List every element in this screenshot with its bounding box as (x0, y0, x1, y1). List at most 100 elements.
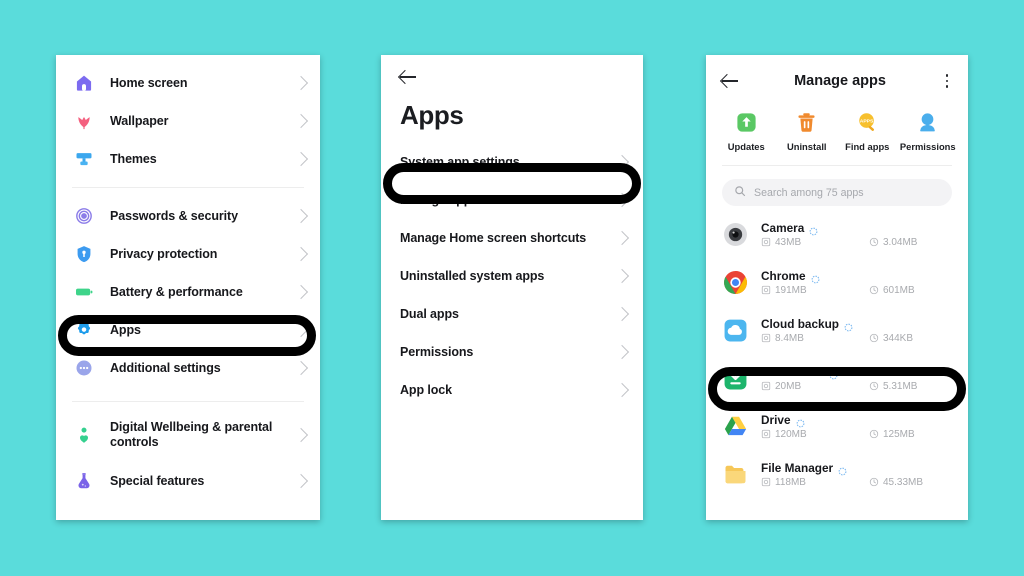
sidebar-item-additional-settings[interactable]: Additional settings (56, 349, 320, 387)
list-item-drive[interactable]: Drive 120MB 125MB (706, 402, 968, 450)
paint-roller-icon (72, 147, 96, 171)
battery-icon (72, 280, 96, 304)
chevron-right-icon (614, 192, 630, 208)
app-info: Drive 120MB 125MB (761, 413, 952, 440)
apps-item-dual-apps[interactable]: Dual apps (381, 295, 643, 333)
sidebar-item-apps[interactable]: Apps (56, 311, 320, 349)
app-name: Chrome (761, 268, 806, 283)
app-usage-value: 45.33MB (883, 476, 924, 488)
home-icon (72, 71, 96, 95)
find-apps-magnifier-icon: APPS (854, 109, 880, 135)
app-usage-value: 3.04MB (883, 236, 918, 248)
app-usage-value: 5.31MB (883, 380, 918, 392)
chevron-right-icon (614, 230, 630, 246)
quick-action-permissions[interactable]: Permissions (898, 109, 959, 152)
sidebar-item-label: Additional settings (110, 360, 221, 375)
app-storage-stat: 8.4MB (761, 333, 869, 344)
sidebar-item-wallpaper[interactable]: Wallpaper (56, 102, 320, 140)
chevron-right-icon (293, 473, 309, 489)
camera-icon (722, 221, 748, 247)
list-item-camera[interactable]: Camera 43MB 3.04MB (706, 210, 968, 258)
quick-action-find-apps[interactable]: APPS Find apps (837, 109, 898, 152)
chevron-right-icon (614, 344, 630, 360)
sidebar-item-digital-wellbeing[interactable]: Digital Wellbeing & parental controls (56, 416, 320, 454)
settings-group-personalization: Home screen Wallpaper Themes (56, 55, 320, 178)
screenshot-stage: Home screen Wallpaper Themes Passwords &… (0, 0, 1024, 576)
back-arrow-icon[interactable] (722, 72, 740, 90)
cloud-backup-icon (722, 317, 748, 343)
app-usage-value: 601MB (883, 284, 915, 296)
section-divider (72, 187, 304, 188)
list-item-file-manager[interactable]: File Manager 118MB 45.33MB (706, 450, 968, 498)
section-divider (722, 165, 952, 166)
manage-apps-panel: Manage apps Updates Uninstall APPS Find … (706, 55, 968, 520)
chevron-right-icon (293, 360, 309, 376)
list-item-chrome[interactable]: Chrome 191MB 601MB (706, 258, 968, 306)
chevron-right-icon (614, 306, 630, 322)
drive-icon (722, 413, 748, 439)
gear-icon (72, 318, 96, 342)
app-usage-value: 344KB (883, 332, 914, 344)
apps-item-label: Manage Home screen shortcuts (400, 230, 587, 245)
sidebar-item-label: Wallpaper (110, 113, 169, 128)
list-item-downloads[interactable]: Downloads 20MB 5.31MB (706, 354, 968, 402)
kebab-menu-icon[interactable] (940, 74, 954, 88)
app-usage-stat: 125MB (869, 429, 915, 440)
apps-panel: Apps System app settings Manage apps Man… (381, 55, 643, 520)
sidebar-item-label: Apps (110, 322, 141, 337)
sidebar-item-themes[interactable]: Themes (56, 140, 320, 178)
chevron-right-icon (614, 154, 630, 170)
settings-panel: Home screen Wallpaper Themes Passwords &… (56, 55, 320, 520)
page-title: Apps (400, 100, 464, 130)
app-info: Downloads 20MB 5.31MB (761, 365, 952, 392)
sidebar-item-label: Digital Wellbeing & parental controls (110, 419, 273, 449)
apps-item-app-lock[interactable]: App lock (381, 371, 643, 409)
quick-action-updates[interactable]: Updates (716, 109, 777, 152)
app-name: Downloads (761, 364, 824, 379)
quick-action-label: Uninstall (786, 141, 827, 152)
apps-item-label: Manage apps (400, 192, 479, 207)
sidebar-item-privacy-protection[interactable]: Privacy protection (56, 235, 320, 273)
search-input[interactable]: Search among 75 apps (722, 179, 952, 206)
shield-lock-icon (72, 242, 96, 266)
app-usage-stat: 45.33MB (869, 477, 923, 488)
chevron-right-icon (293, 427, 309, 443)
list-item-cloud-backup[interactable]: Cloud backup 8.4MB 344KB (706, 306, 968, 354)
sidebar-item-label: Privacy protection (110, 246, 218, 261)
quick-action-label: Find apps (845, 141, 890, 152)
flask-icon (72, 469, 96, 493)
apps-item-permissions[interactable]: Permissions (381, 333, 643, 371)
apps-item-manage-apps[interactable]: Manage apps (381, 181, 643, 219)
quick-action-uninstall[interactable]: Uninstall (777, 109, 838, 152)
section-divider (72, 401, 304, 402)
app-storage-value: 118MB (775, 476, 806, 488)
quick-action-label: Permissions (899, 141, 956, 152)
chevron-right-icon (293, 284, 309, 300)
apps-item-system-app-settings[interactable]: System app settings (381, 143, 643, 181)
sidebar-item-home-screen[interactable]: Home screen (56, 64, 320, 102)
back-arrow-icon[interactable] (399, 67, 419, 87)
apps-item-label: System app settings (400, 154, 520, 169)
apps-item-manage-home-screen-shortcuts[interactable]: Manage Home screen shortcuts (381, 219, 643, 257)
search-icon (734, 184, 746, 202)
app-storage-value: 191MB (775, 284, 807, 296)
app-storage-stat: 43MB (761, 237, 869, 248)
app-list: Camera 43MB 3.04MB Chrome 191MB 601MB Cl… (706, 206, 968, 498)
app-storage-stat: 120MB (761, 429, 869, 440)
app-info: Chrome 191MB 601MB (761, 269, 952, 296)
chevron-right-icon (614, 268, 630, 284)
apps-item-uninstalled-system-apps[interactable]: Uninstalled system apps (381, 257, 643, 295)
chevron-right-icon (293, 246, 309, 262)
apps-item-label: Permissions (400, 344, 474, 359)
sidebar-item-passwords-security[interactable]: Passwords & security (56, 197, 320, 235)
app-info: Cloud backup 8.4MB 344KB (761, 317, 952, 344)
sidebar-item-special-features[interactable]: Special features (56, 462, 320, 500)
app-usage-value: 125MB (883, 428, 915, 440)
sidebar-item-battery-performance[interactable]: Battery & performance (56, 273, 320, 311)
app-usage-stat: 5.31MB (869, 381, 917, 392)
app-storage-value: 8.4MB (775, 332, 804, 344)
more-dots-icon (72, 356, 96, 380)
wellbeing-person-icon (72, 423, 96, 447)
apps-item-label: Dual apps (400, 306, 459, 321)
app-info: Camera 43MB 3.04MB (761, 221, 952, 248)
